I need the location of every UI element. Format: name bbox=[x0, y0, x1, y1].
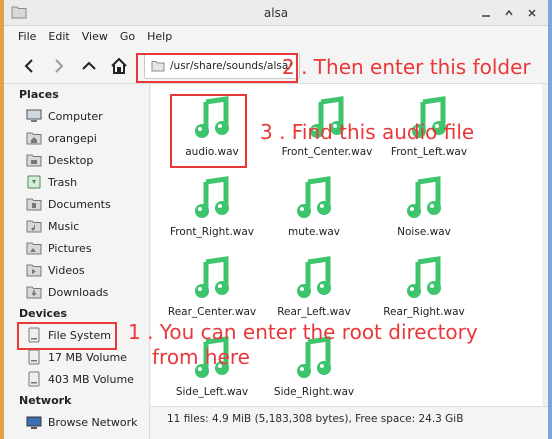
file-name: Rear_Left.wav bbox=[277, 306, 351, 318]
pictures-folder-icon bbox=[26, 242, 42, 255]
sidebar-item-label: Pictures bbox=[48, 241, 92, 255]
home-icon bbox=[111, 57, 127, 74]
close-icon bbox=[528, 9, 536, 17]
sidebar-item-label: Desktop bbox=[48, 153, 94, 167]
sidebar-item-videos[interactable]: Videos bbox=[8, 259, 149, 281]
sidebar-item-downloads[interactable]: Downloads bbox=[8, 281, 149, 303]
annotation-step1: 1 . You can enter the root directory bbox=[128, 320, 478, 344]
annotation-box-file bbox=[170, 94, 247, 168]
minimize-icon bbox=[482, 15, 490, 17]
annotation-step1b: from here bbox=[152, 345, 250, 369]
arrow-right-icon bbox=[55, 58, 64, 73]
annotation-step2: 2 . Then enter this folder bbox=[282, 55, 531, 79]
menu-view[interactable]: View bbox=[76, 26, 114, 48]
up-button[interactable] bbox=[74, 52, 104, 80]
network-icon bbox=[26, 416, 42, 429]
menu-file[interactable]: File bbox=[12, 26, 42, 48]
sidebar-item-label: 17 MB Volume bbox=[48, 350, 127, 364]
sidebar-item-label: Downloads bbox=[48, 285, 109, 299]
trash-icon bbox=[27, 175, 41, 189]
file-name: Front_Center.wav bbox=[281, 146, 373, 158]
music-file-icon bbox=[407, 176, 441, 218]
menu-edit[interactable]: Edit bbox=[42, 26, 75, 48]
file-name: Rear_Center.wav bbox=[167, 306, 257, 318]
sidebar-item-label: Music bbox=[48, 219, 80, 233]
file-name: Front_Right.wav bbox=[169, 226, 255, 238]
music-file-icon bbox=[407, 256, 441, 298]
scrollbar[interactable] bbox=[542, 84, 548, 406]
maximize-icon bbox=[505, 9, 513, 16]
minimize-button[interactable] bbox=[478, 5, 494, 21]
file-item[interactable]: Rear_Left.wav bbox=[259, 256, 369, 318]
drive-icon bbox=[28, 349, 40, 365]
sidebar-item-home[interactable]: orangepi bbox=[8, 127, 149, 149]
file-name: mute.wav bbox=[287, 226, 341, 238]
sidebar-item-label: Trash bbox=[48, 175, 78, 189]
home-folder-icon bbox=[26, 132, 42, 145]
sidebar-item-documents[interactable]: Documents bbox=[8, 193, 149, 215]
file-name: Side_Left.wav bbox=[175, 386, 249, 398]
drive-icon bbox=[28, 371, 40, 387]
menu-go[interactable]: Go bbox=[114, 26, 141, 48]
videos-folder-icon bbox=[26, 264, 42, 277]
annotation-box-root bbox=[17, 322, 117, 350]
downloads-folder-icon bbox=[26, 286, 42, 299]
sidebar-item-desktop[interactable]: Desktop bbox=[8, 149, 149, 171]
music-file-icon bbox=[297, 256, 331, 298]
menu-help[interactable]: Help bbox=[141, 26, 178, 48]
sidebar-item-label: Videos bbox=[48, 263, 85, 277]
music-file-icon bbox=[195, 256, 229, 298]
file-item[interactable]: mute.wav bbox=[259, 176, 369, 238]
close-button[interactable] bbox=[524, 5, 540, 21]
sidebar-item-computer[interactable]: Computer bbox=[8, 105, 149, 127]
file-item[interactable]: Side_Right.wav bbox=[259, 336, 369, 398]
network-header: Network bbox=[19, 394, 72, 407]
places-header: Places bbox=[19, 88, 59, 101]
home-button[interactable] bbox=[104, 52, 134, 80]
sidebar-item-browse-network[interactable]: Browse Network bbox=[8, 411, 149, 433]
window-title: alsa bbox=[263, 6, 289, 20]
sidebar-item-label: 403 MB Volume bbox=[48, 372, 134, 386]
documents-folder-icon bbox=[26, 198, 42, 211]
sidebar-item-label: orangepi bbox=[48, 131, 97, 145]
arrow-left-icon bbox=[24, 58, 33, 73]
computer-icon bbox=[26, 109, 42, 122]
file-name: Side_Right.wav bbox=[273, 386, 355, 398]
desktop-folder-icon bbox=[26, 154, 42, 167]
file-item[interactable]: Rear_Center.wav bbox=[157, 256, 267, 318]
sidebar-item-label: Browse Network bbox=[48, 415, 138, 429]
sidebar-item-trash[interactable]: Trash bbox=[8, 171, 149, 193]
sidebar-item-403mb-volume[interactable]: 403 MB Volume bbox=[8, 368, 149, 390]
status-bar: 11 files: 4.9 MiB (5,183,308 bytes), Fre… bbox=[151, 406, 548, 431]
sidebar-item-pictures[interactable]: Pictures bbox=[8, 237, 149, 259]
music-folder-icon bbox=[26, 220, 42, 233]
sidebar-item-label: Documents bbox=[48, 197, 111, 211]
title-bar: alsa bbox=[4, 0, 548, 26]
file-name: Rear_Right.wav bbox=[383, 306, 465, 318]
file-item[interactable]: Rear_Right.wav bbox=[369, 256, 479, 318]
forward-button[interactable] bbox=[44, 52, 74, 80]
back-button[interactable] bbox=[14, 52, 44, 80]
sidebar: Places Computer orangepi Desktop Trash D… bbox=[8, 84, 150, 439]
file-name: Noise.wav bbox=[397, 226, 451, 238]
file-item[interactable]: Noise.wav bbox=[369, 176, 479, 238]
music-file-icon bbox=[195, 176, 229, 218]
file-item[interactable]: Front_Right.wav bbox=[157, 176, 267, 238]
menu-bar: File Edit View Go Help bbox=[4, 26, 548, 48]
sidebar-item-music[interactable]: Music bbox=[8, 215, 149, 237]
music-file-icon bbox=[297, 176, 331, 218]
annotation-step3: 3 . Find this audio file bbox=[260, 120, 475, 144]
arrow-up-icon bbox=[82, 61, 96, 70]
sidebar-item-label: Computer bbox=[48, 109, 103, 123]
file-name: Front_Left.wav bbox=[390, 146, 468, 158]
maximize-button[interactable] bbox=[501, 5, 517, 21]
annotation-box-path bbox=[136, 53, 298, 83]
